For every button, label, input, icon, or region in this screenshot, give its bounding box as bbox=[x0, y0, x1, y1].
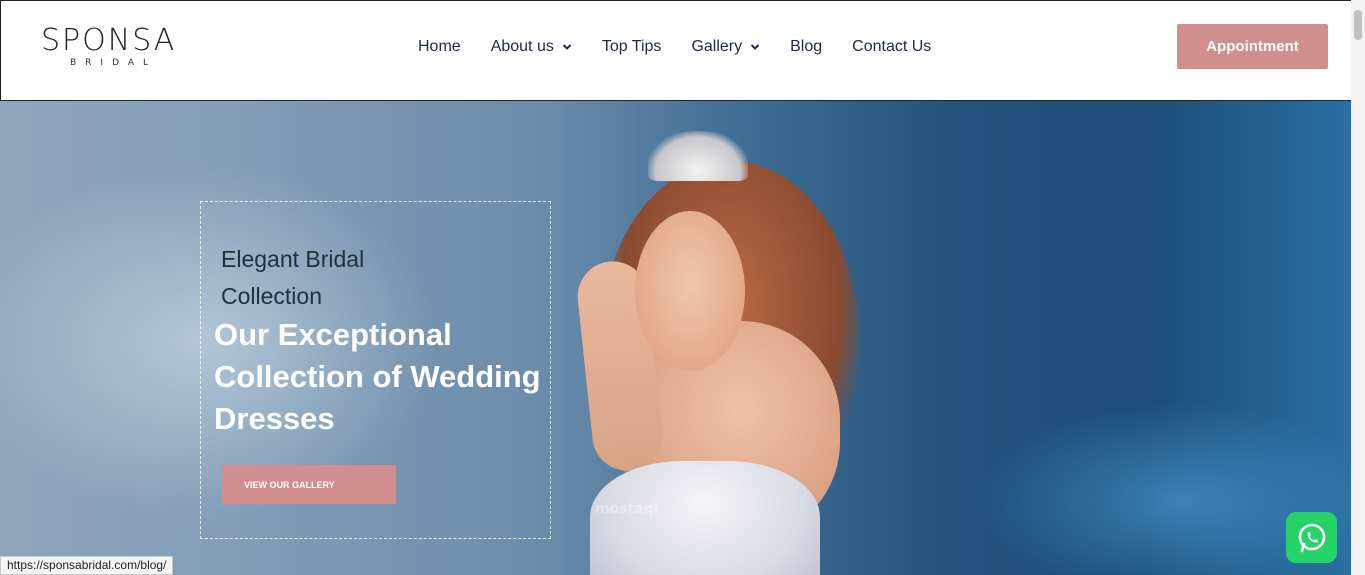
hero-subtitle: Elegant Bridal Collection bbox=[221, 246, 365, 309]
hero-image-tiara bbox=[648, 131, 748, 181]
hero-headline: Our Exceptional Collection of Wedding Dr… bbox=[214, 317, 541, 436]
nav-item-gallery[interactable]: Gallery bbox=[691, 38, 760, 56]
nav-item-blog[interactable]: Blog bbox=[790, 38, 822, 56]
watermark: mostaql bbox=[595, 501, 659, 517]
whatsapp-icon bbox=[1298, 523, 1325, 552]
nav-item-label: Gallery bbox=[691, 38, 743, 55]
hero-section: Elegant Bridal Collection Our Exceptiona… bbox=[0, 101, 1351, 575]
page-scrollbar[interactable] bbox=[1351, 0, 1365, 575]
nav-item-label: About us bbox=[490, 38, 554, 55]
whatsapp-button[interactable] bbox=[1286, 512, 1337, 563]
logo-subtitle: BRIDAL bbox=[70, 58, 158, 68]
chevron-down-icon bbox=[562, 44, 572, 50]
hero-image-dress bbox=[590, 461, 820, 575]
nav-item-label: Home bbox=[418, 38, 461, 55]
nav-item-label: Top Tips bbox=[601, 38, 662, 55]
nav-item-contact-us[interactable]: Contact Us bbox=[852, 38, 931, 56]
nav-item-label: Contact Us bbox=[852, 38, 932, 55]
nav-item-about-us[interactable]: About us bbox=[491, 38, 572, 56]
site-header: SPONSA BRIDAL Home About us Top Tips Gal… bbox=[0, 0, 1351, 101]
view-gallery-button[interactable]: VIEW OUR GALLERY bbox=[222, 465, 396, 504]
logo-wordmark: SPONSA bbox=[41, 23, 177, 58]
nav-item-top-tips[interactable]: Top Tips bbox=[602, 38, 662, 56]
scrollbar-thumb[interactable] bbox=[1354, 10, 1362, 40]
nav-item-label: Blog bbox=[790, 38, 823, 55]
hero-image-bride bbox=[635, 211, 745, 371]
appointment-button[interactable]: Appointment bbox=[1177, 24, 1328, 69]
nav-item-home[interactable]: Home bbox=[418, 38, 461, 56]
main-nav: Home About us Top Tips Gallery Blog Cont… bbox=[418, 36, 931, 58]
brand-logo[interactable]: SPONSA BRIDAL bbox=[41, 25, 183, 71]
status-bar-url: https://sponsabridal.com/blog/ bbox=[0, 556, 174, 575]
chevron-down-icon bbox=[750, 44, 760, 50]
